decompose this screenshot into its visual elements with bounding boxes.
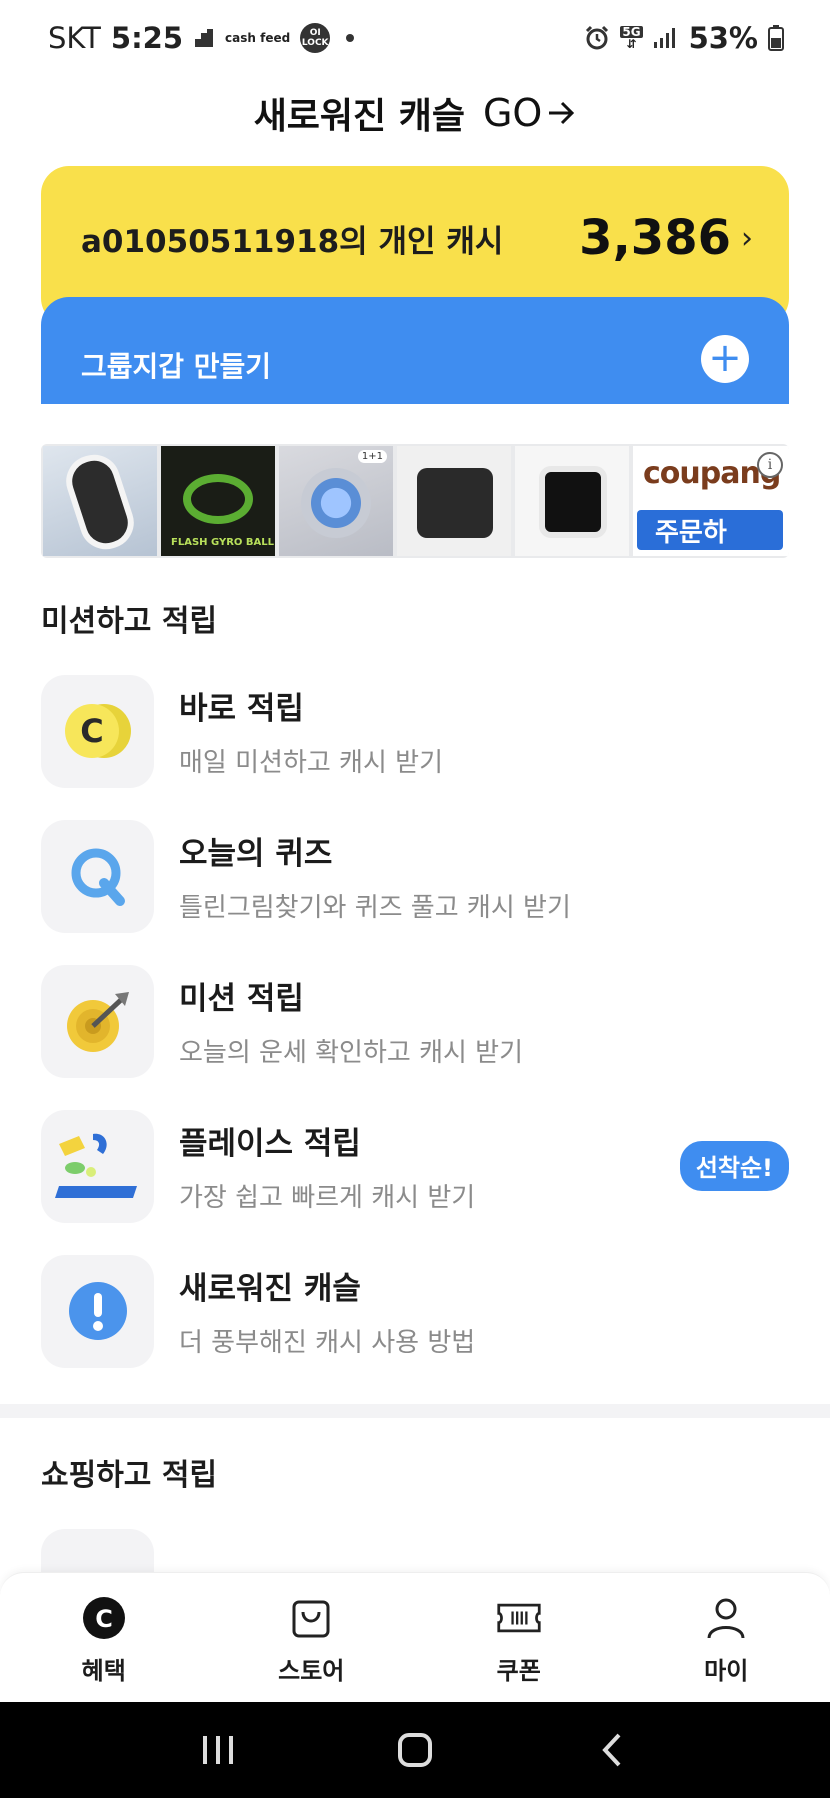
cash-amount-group: 3,386 › <box>579 210 753 266</box>
svg-text:C: C <box>95 1605 113 1633</box>
battery-percent: 53% <box>688 21 758 55</box>
personal-cash-label: a01050511918의 개인 캐시 <box>81 224 504 260</box>
item-subtitle: 틀린그림찾기와 퀴즈 풀고 캐시 받기 <box>179 893 571 923</box>
coupang-order-button[interactable]: 주문하 <box>637 510 783 550</box>
target-dart-icon <box>41 964 154 1078</box>
list-item-text: 플레이스 적립 가장 쉽고 빠르게 캐시 받기 <box>179 1118 475 1214</box>
more-notifications-dot-icon <box>346 34 355 42</box>
item-subtitle: 가장 쉽고 빠르게 캐시 받기 <box>179 1183 476 1213</box>
system-navigation-bar <box>0 1702 830 1798</box>
person-icon <box>703 1595 749 1641</box>
list-item-text: 바로 적립 매일 미션하고 캐시 받기 <box>179 683 443 779</box>
status-bar-left: SKT 5:25 cash feed OI LOCK <box>48 21 355 55</box>
item-title: 플레이스 적립 <box>179 1126 361 1162</box>
clock: 5:25 <box>110 21 184 55</box>
item-title: 바로 적립 <box>179 691 304 727</box>
nav-item-coupon[interactable]: 쿠폰 <box>415 1573 623 1702</box>
app-header: 새로워진 캐슬 GO <box>0 80 830 146</box>
ad-banner[interactable]: FLASH GYRO BALL 1+1 coupang 주문하 i <box>41 444 789 558</box>
cashfeed-icon: cash feed <box>225 30 291 45</box>
ad-badge: 1+1 <box>357 450 387 463</box>
exclamation-icon <box>41 1254 154 1368</box>
list-item-text: 새로워진 캐슬 더 풍부해진 캐시 사용 방법 <box>179 1263 475 1359</box>
nav-label: 마이 <box>704 1657 749 1685</box>
item-subtitle: 매일 미션하고 캐시 받기 <box>179 748 443 778</box>
back-button[interactable] <box>582 1720 642 1780</box>
network-5g-icon: 5G ⇵ <box>620 26 643 51</box>
svg-text:C: C <box>80 712 103 750</box>
go-link[interactable]: GO <box>483 91 576 135</box>
signal-bars-icon <box>653 26 679 50</box>
recent-apps-button[interactable] <box>188 1720 248 1780</box>
network-arrows: ⇵ <box>626 37 637 51</box>
store-bag-icon <box>288 1595 334 1641</box>
nav-item-my[interactable]: 마이 <box>623 1573 830 1702</box>
cash-amount: 3,386 <box>579 210 731 266</box>
ad-tile-device[interactable] <box>397 446 511 556</box>
item-subtitle: 오늘의 운세 확인하고 캐시 받기 <box>179 1038 524 1068</box>
home-button[interactable] <box>385 1720 445 1780</box>
ad-tile-insole-1[interactable] <box>43 446 157 556</box>
chevron-right-icon: › <box>741 220 753 256</box>
carrier-label: SKT <box>48 21 101 55</box>
shoe-insole-image <box>59 448 141 556</box>
insole-image <box>301 468 371 538</box>
bottom-navigation: C 혜택 스토어 쿠폰 마이 <box>0 1572 830 1702</box>
section-divider <box>0 1404 830 1418</box>
list-item-quiz[interactable]: 오늘의 퀴즈 틀린그림찾기와 퀴즈 풀고 캐시 받기 <box>41 819 789 933</box>
shopping-section-title: 쇼핑하고 적립 <box>41 1458 218 1493</box>
nav-item-benefit[interactable]: C 혜택 <box>0 1573 208 1702</box>
add-group-wallet-button[interactable]: + <box>701 335 749 383</box>
home-icon <box>397 1733 432 1767</box>
item-title: 새로워진 캐슬 <box>179 1271 361 1307</box>
group-wallet-label: 그룹지갑 만들기 <box>81 350 272 383</box>
nav-label: 혜택 <box>81 1657 126 1685</box>
arrow-right-icon <box>549 101 575 125</box>
coin-c-icon: C <box>41 674 154 788</box>
device-image <box>417 468 493 538</box>
gyro-ball-image <box>183 474 253 524</box>
nav-label: 스토어 <box>278 1657 345 1685</box>
list-item-place[interactable]: 플레이스 적립 가장 쉽고 빠르게 캐시 받기 선착순! <box>41 1109 789 1223</box>
oilock-icon: OI LOCK <box>300 23 331 53</box>
quiz-q-icon <box>41 819 154 933</box>
benefit-c-icon: C <box>81 1595 127 1641</box>
place-pin-icon <box>41 1109 154 1223</box>
ad-tile-tablet[interactable] <box>515 446 629 556</box>
ad-tile-coupang[interactable]: coupang 주문하 i <box>633 446 789 556</box>
item-title: 미션 적립 <box>179 981 304 1017</box>
page-title: 새로워진 캐슬 <box>253 96 465 137</box>
notification-square-icon <box>193 27 215 49</box>
mission-section-title: 미션하고 적립 <box>41 604 218 639</box>
battery-icon <box>768 25 784 51</box>
alarm-icon <box>584 25 610 51</box>
list-item-text: 오늘의 퀴즈 틀린그림찾기와 퀴즈 풀고 캐시 받기 <box>179 828 571 924</box>
nav-label: 쿠폰 <box>496 1657 541 1685</box>
coupon-ticket-icon <box>496 1595 542 1641</box>
main-content-sheet: FLASH GYRO BALL 1+1 coupang 주문하 i 미션하고 적… <box>0 404 830 1694</box>
header-link[interactable]: 새로워진 캐슬 GO <box>254 87 577 139</box>
list-item-new-castle[interactable]: 새로워진 캐슬 더 풍부해진 캐시 사용 방법 <box>41 1254 789 1368</box>
tablet-image <box>539 466 607 538</box>
go-label: GO <box>482 91 543 135</box>
ad-tile-gyro-ball[interactable]: FLASH GYRO BALL <box>161 446 275 556</box>
item-title: 오늘의 퀴즈 <box>179 836 333 872</box>
list-item-baro[interactable]: C 바로 적립 매일 미션하고 캐시 받기 <box>41 674 789 788</box>
ad-tile-caption: FLASH GYRO BALL <box>171 537 275 548</box>
status-bar-right: 5G ⇵ 53% <box>584 21 784 55</box>
recent-apps-icon <box>203 1736 234 1764</box>
ad-info-icon[interactable]: i <box>757 452 783 478</box>
list-item-text: 미션 적립 오늘의 운세 확인하고 캐시 받기 <box>179 973 523 1069</box>
nav-item-store[interactable]: 스토어 <box>208 1573 416 1702</box>
status-bar: SKT 5:25 cash feed OI LOCK 5G ⇵ 53% <box>0 0 830 76</box>
item-subtitle: 더 풍부해진 캐시 사용 방법 <box>179 1328 476 1358</box>
ad-tile-insole-2[interactable]: 1+1 <box>279 446 393 556</box>
back-chevron-icon <box>601 1733 621 1767</box>
list-item-mission[interactable]: 미션 적립 오늘의 운세 확인하고 캐시 받기 <box>41 964 789 1078</box>
first-come-badge: 선착순! <box>679 1141 789 1191</box>
